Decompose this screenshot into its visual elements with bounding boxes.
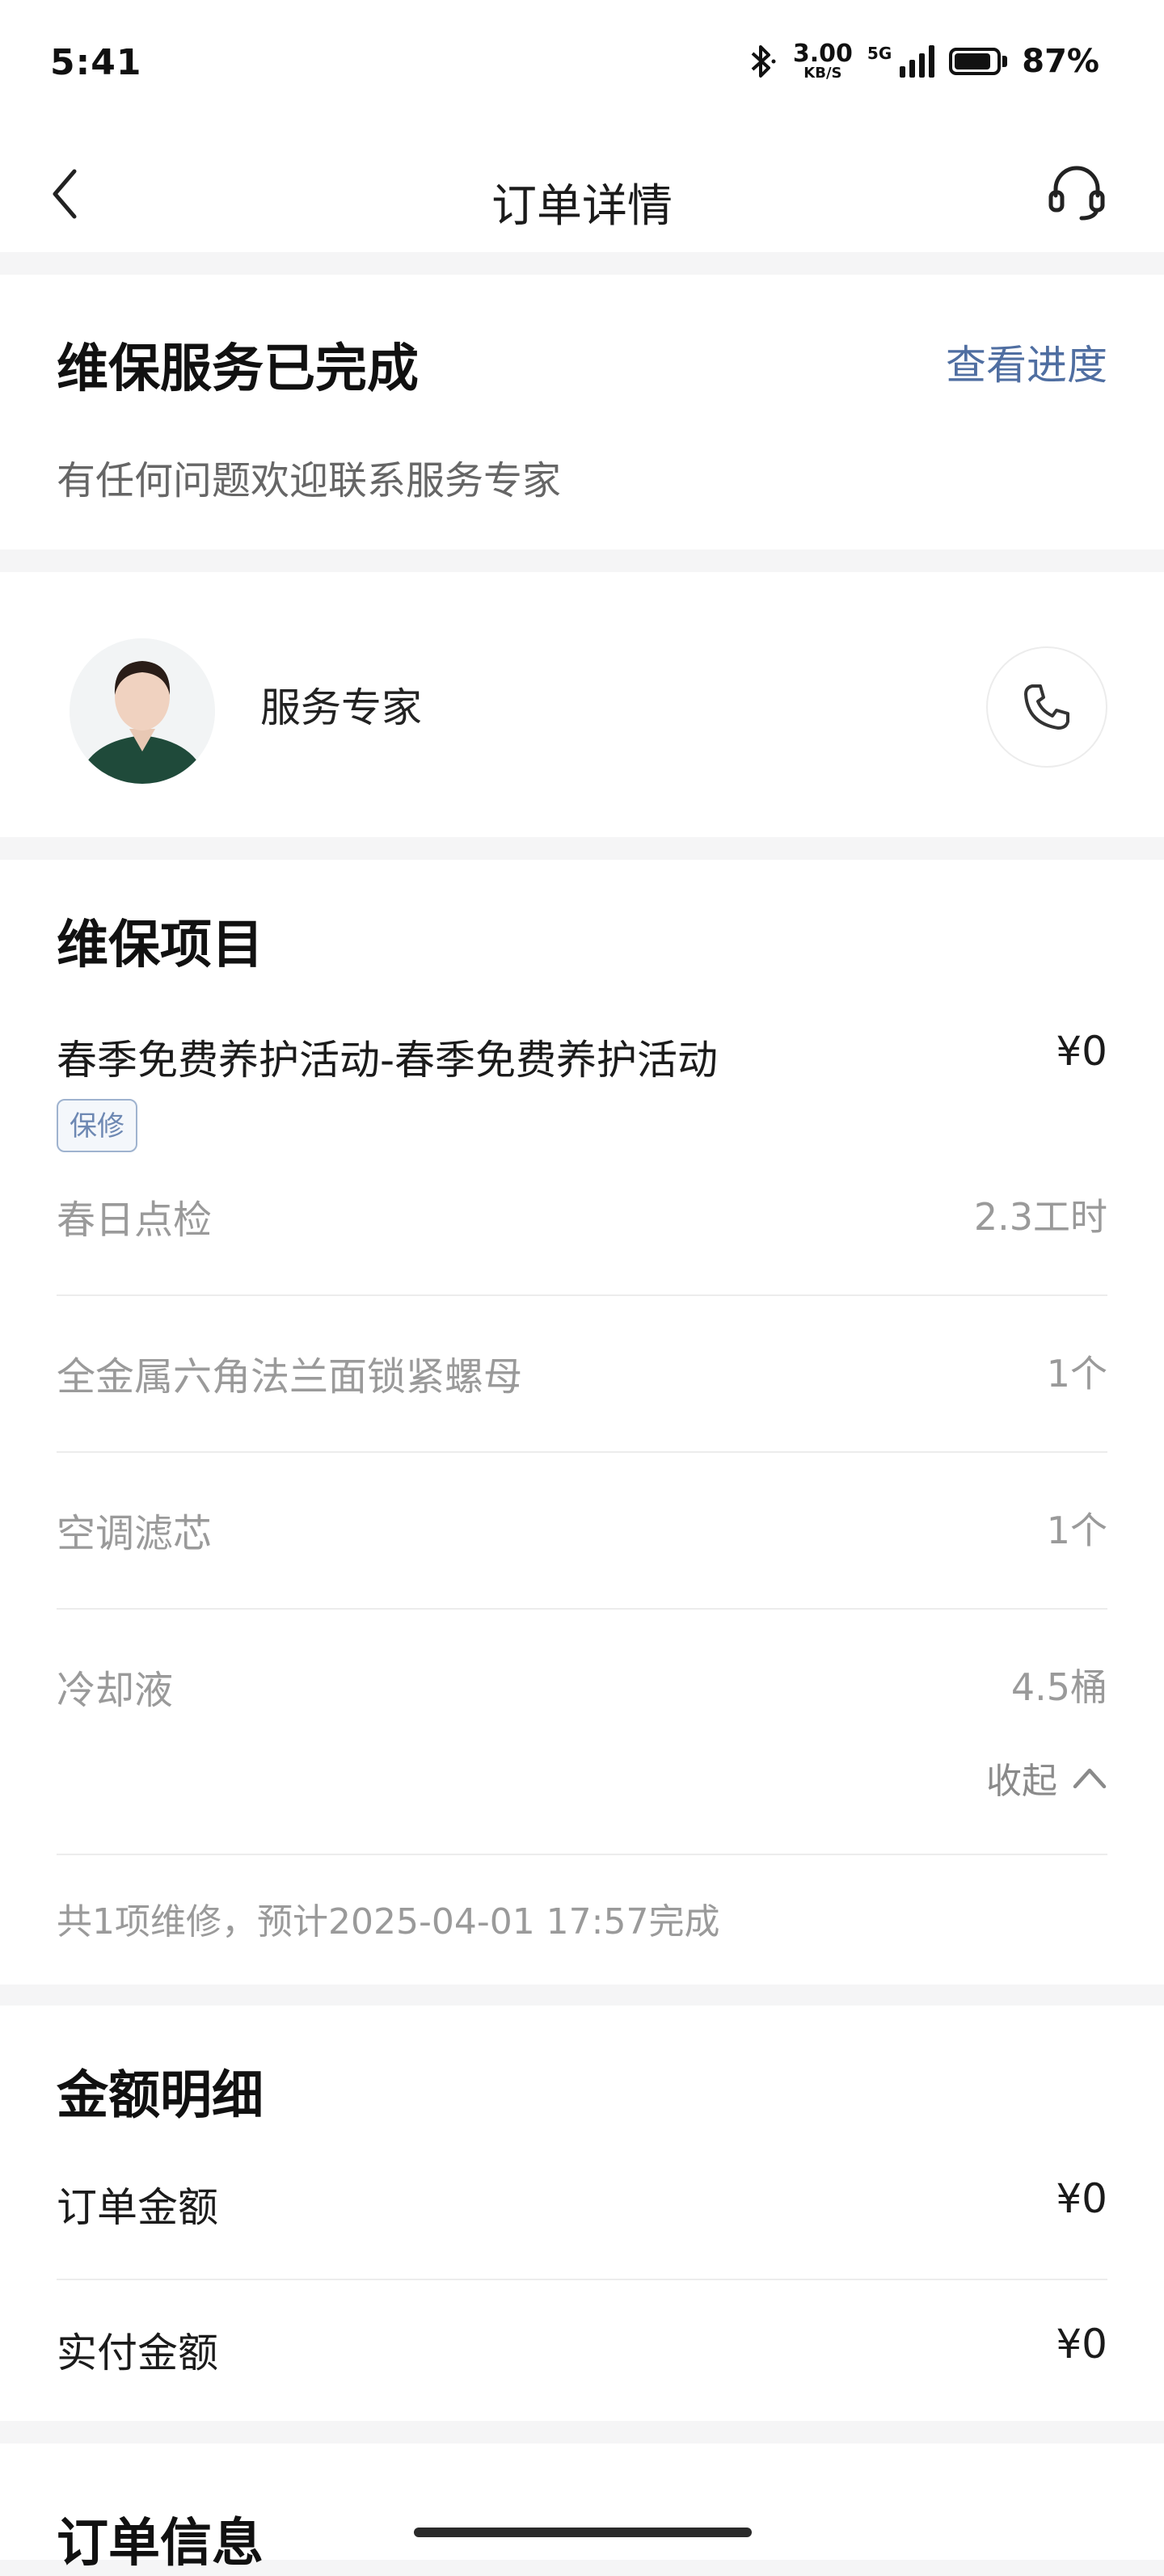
net-speed-value: 3.00: [792, 40, 853, 68]
order-info-section-title: 订单信息: [57, 2514, 264, 2574]
status-time: 5:41: [50, 42, 142, 83]
status-icons: 3.00 KB/S 5G 87%: [746, 42, 1099, 81]
divider: [57, 1294, 1107, 1296]
status-bar: 5:41 3.00 KB/S 5G 87%: [0, 0, 1164, 129]
list-item: 冷却液 4.5桶: [57, 1658, 1107, 1815]
sub-item-qty: 1个: [1046, 1509, 1107, 1552]
battery-icon: [949, 48, 1008, 75]
net-speed: 3.00 KB/S: [793, 42, 853, 81]
network-type-label: 5G: [867, 44, 892, 63]
expert-label: 服务专家: [260, 684, 422, 731]
amount-label: 实付金额: [57, 2330, 218, 2376]
list-item: 全金属六角法兰面锁紧螺母 1个: [57, 1345, 1107, 1501]
sub-item-name: 空调滤芯: [57, 1511, 213, 1556]
service-status-card: 维保服务已完成 查看进度 有任何问题欢迎联系服务专家: [0, 275, 1164, 549]
divider: [57, 1451, 1107, 1453]
maintenance-summary: 共1项维修，预计2025-04-01 17:57完成: [57, 1901, 720, 1943]
call-button[interactable]: [986, 646, 1107, 768]
chevron-up-icon: [1073, 1768, 1107, 1789]
order-info-card: 订单信息: [0, 2443, 1164, 2574]
sub-item-qty: 4.5桶: [1010, 1665, 1107, 1709]
phone-icon: [1024, 684, 1069, 730]
amount-detail-card: 金额明细 订单金额 ¥0 实付金额 ¥0: [0, 2006, 1164, 2421]
divider: [57, 1854, 1107, 1855]
main-item-price: ¥0: [1056, 1028, 1107, 1075]
list-item: 春日点检 2.3工时: [57, 1188, 1107, 1345]
home-indicator[interactable]: [414, 2528, 752, 2537]
page-title: 订单详情: [491, 180, 673, 233]
avatar-portrait-icon: [70, 638, 215, 784]
sub-item-name: 全金属六角法兰面锁紧螺母: [57, 1354, 523, 1400]
customer-service-icon[interactable]: [1044, 160, 1109, 225]
service-status-subtitle: 有任何问题欢迎联系服务专家: [57, 458, 562, 503]
collapse-label: 收起: [986, 1761, 1057, 1802]
main-item-name: 春季免费养护活动-春季免费养护活动: [57, 1037, 719, 1084]
expert-avatar: [70, 638, 215, 784]
floating-bubble[interactable]: [1031, 2443, 1128, 2494]
maintenance-section-title: 维保项目: [57, 915, 264, 975]
amount-value: ¥0: [1056, 2175, 1107, 2222]
sub-item-name: 春日点检: [57, 1198, 213, 1243]
service-status-title: 维保服务已完成: [57, 339, 419, 399]
divider: [57, 2279, 1107, 2280]
maintenance-items-card: 维保项目 春季免费养护活动-春季免费养护活动 ¥0 保修 春日点检 2.3工时 …: [0, 860, 1164, 1985]
amount-label: 订单金额: [57, 2184, 218, 2231]
nav-bar: 订单详情: [0, 129, 1164, 252]
sub-item-qty: 2.3工时: [973, 1195, 1107, 1239]
bluetooth-icon: [751, 45, 776, 78]
signal-icon: [900, 45, 935, 78]
net-speed-unit: KB/S: [803, 65, 842, 82]
service-expert-card: 服务专家: [0, 572, 1164, 837]
list-item: 空调滤芯 1个: [57, 1501, 1107, 1658]
divider: [57, 1608, 1107, 1610]
warranty-tag: 保修: [57, 1099, 137, 1152]
view-progress-link[interactable]: 查看进度: [946, 333, 1107, 391]
amount-value: ¥0: [1056, 2321, 1107, 2368]
sub-item-qty: 1个: [1046, 1352, 1107, 1395]
amount-section-title: 金额明细: [57, 2066, 264, 2126]
battery-percentage: 87%: [1022, 43, 1099, 80]
sub-item-name: 冷却液: [57, 1668, 174, 1713]
collapse-button[interactable]: 收起: [986, 1752, 1107, 1804]
